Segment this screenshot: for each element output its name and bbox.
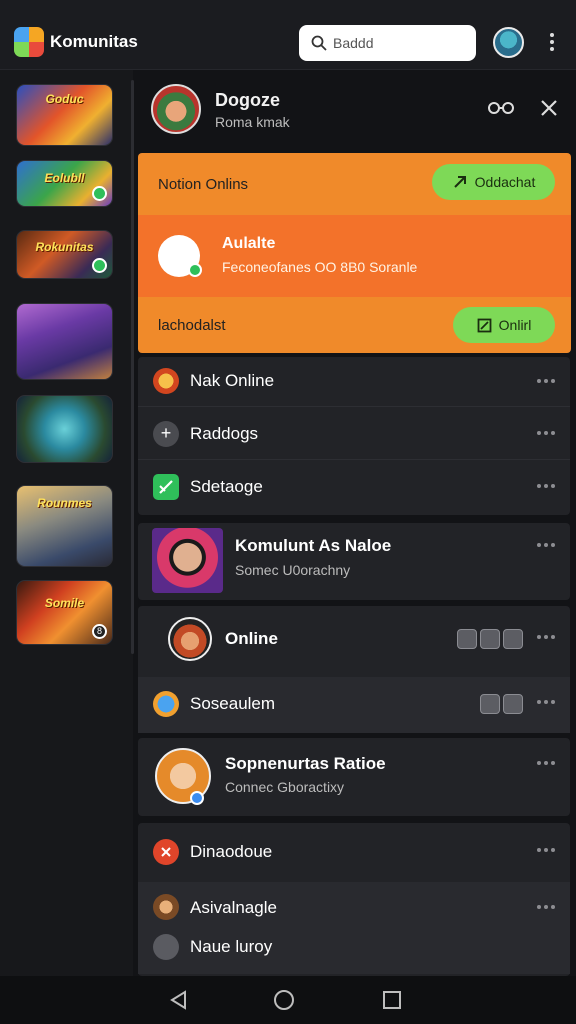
more-options-icon[interactable] [537,379,555,385]
sidebar-game-thumb[interactable] [16,395,113,463]
sidebar-scrollbar[interactable] [131,80,134,654]
more-options-icon[interactable] [537,484,555,490]
menu-item-label[interactable]: Nak Online [190,371,274,391]
sidebar-game-thumb[interactable]: Somile 8 [16,580,113,645]
sidebar-game-thumb[interactable]: Goduc [16,84,113,146]
edit-icon [153,474,179,500]
back-icon[interactable] [169,990,189,1010]
app-logo-icon[interactable] [14,27,44,57]
promo-highlight [138,215,571,297]
arrow-up-right-icon [453,176,466,188]
settings-toggle-icon[interactable] [486,97,516,119]
promo-card: Notion Onlins Oddachat Aulalte Feconeofa… [138,153,571,353]
profile-subtitle: Connec Gboractixy [225,779,345,795]
online-badge-icon [92,186,107,201]
featured-avatar[interactable] [152,528,223,593]
online-avatar[interactable] [168,617,212,661]
recents-icon[interactable] [382,990,402,1010]
app-title: Komunitas [50,32,138,51]
plus-icon: + [153,421,179,447]
toggle-icon[interactable] [503,629,523,649]
user-avatar[interactable] [493,27,524,58]
list-item-label[interactable]: Dinaodoue [190,842,272,862]
search-input[interactable]: Baddd [299,25,476,61]
sidebar-game-thumb[interactable] [16,303,113,380]
featured-subtitle: Somec U0orachny [235,562,351,578]
promo-footer: lachodalst [158,317,226,334]
online-button[interactable]: Onlirl [453,307,555,343]
more-options-icon[interactable] [537,848,555,854]
community-subtitle: Roma kmak [215,114,290,130]
divider [138,406,570,407]
home-icon[interactable] [273,989,295,1011]
verified-badge-icon [190,791,204,805]
social-icon [153,691,179,717]
sidebar-game-thumb[interactable]: Rounmes [16,485,113,567]
more-options-icon[interactable] [537,431,555,437]
list-item-label[interactable]: Naue luroy [190,937,272,957]
menu-item-label[interactable]: Sdetaoge [190,477,263,497]
close-icon[interactable] [538,97,560,119]
top-bar: Komunitas Baddd [0,0,576,70]
social-label[interactable]: Soseaulem [190,694,275,714]
more-options-icon[interactable] [537,543,555,549]
community-name: Dogoze [215,90,280,110]
more-options-icon[interactable] [537,905,555,911]
download-button[interactable]: Oddachat [432,164,555,200]
gray-badge-icon [153,934,179,960]
list-item-label[interactable]: Asivalnagle [190,898,277,918]
online-label: Online [225,629,278,648]
more-options-icon[interactable] [537,761,555,767]
toggle-icon[interactable] [503,694,523,714]
online-badge-icon [188,263,202,277]
divider [138,459,570,460]
promo-notice: Notion Onlins [158,176,249,193]
more-options-icon[interactable] [537,700,555,706]
sidebar-game-thumb[interactable]: Rokunitas [16,230,113,279]
fire-avatar-icon [153,368,179,394]
edit-box-icon [477,318,492,332]
featured-name: Komulunt As Naloe [235,536,392,555]
sidebar-game-thumb[interactable]: Eolubll [16,160,113,207]
menu-item-label[interactable]: Raddogs [190,424,258,444]
toggle-icon[interactable] [480,694,500,714]
toggle-icon[interactable] [480,629,500,649]
list-row-bg [138,882,570,974]
more-menu-icon[interactable] [548,33,556,53]
online-badge-icon [92,258,107,273]
promo-description: Feconeofanes OO 8B0 Soranle [222,259,418,275]
count-badge: 8 [92,624,107,639]
promo-title: Aulalte [222,235,276,252]
profile-name: Sopnenurtas Ratioe [225,754,386,773]
community-avatar[interactable] [151,84,201,134]
toggle-icon[interactable] [457,629,477,649]
search-icon [311,35,327,51]
red-badge-icon [153,839,179,865]
warrior-avatar-icon [153,894,179,920]
system-nav-bar [0,976,576,1024]
more-options-icon[interactable] [537,635,555,641]
search-value: Baddd [333,35,374,51]
